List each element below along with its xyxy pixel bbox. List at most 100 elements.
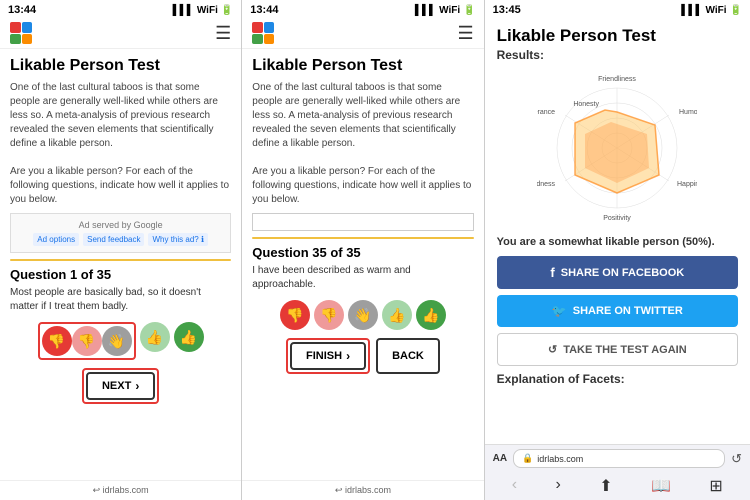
question-text-1: Most people are basically bad, so it doe… xyxy=(10,286,231,314)
footer-url-1: idrlabs.com xyxy=(103,485,149,495)
forward-nav-icon[interactable]: › xyxy=(556,476,561,496)
battery-icon-2: 🔋 xyxy=(463,5,475,16)
rating-row-2: 👎 👎 👋 👍 👍 xyxy=(252,300,473,330)
nav-row-2: FINISH › BACK xyxy=(252,338,473,374)
svg-text:Happiness: Happiness xyxy=(677,181,697,188)
nav-row-1: NEXT › xyxy=(10,368,231,404)
rating-btn-4[interactable]: 👍 xyxy=(140,322,170,352)
footer-icon-2: ↩ xyxy=(335,485,345,495)
time-1: 13:44 xyxy=(8,4,36,16)
battery-icon-3: 🔋 xyxy=(730,5,742,16)
browser-url-box[interactable]: 🔒 idrlabs.com xyxy=(513,449,725,468)
status-bar-1: 13:44 ▌▌▌ WiFi 🔋 xyxy=(0,0,241,18)
status-icons-2: ▌▌▌ WiFi 🔋 xyxy=(415,5,476,16)
reload-icon[interactable]: ↺ xyxy=(731,451,742,467)
status-icons-3: ▌▌▌ WiFi 🔋 xyxy=(681,5,742,16)
question-text-2: I have been described as warm and approa… xyxy=(252,264,473,292)
back-button[interactable]: BACK xyxy=(376,338,440,374)
next-label: NEXT xyxy=(102,380,131,392)
question-label-1: Question 1 of 35 xyxy=(10,267,231,282)
status-bar-3: 13:45 ▌▌▌ WiFi 🔋 xyxy=(485,0,750,18)
time-2: 13:44 xyxy=(250,4,278,16)
share-facebook-label: SHARE ON FACEBOOK xyxy=(561,267,684,279)
finish-highlight: FINISH › xyxy=(286,338,370,374)
result-text: You are a somewhat likable person (50%). xyxy=(497,236,738,248)
explanation-label: Explanation of Facets: xyxy=(497,372,738,386)
radar-container: Friendliness Humor Happiness Positivity … xyxy=(497,68,738,228)
radar-chart: Friendliness Humor Happiness Positivity … xyxy=(537,68,697,228)
next-highlight: NEXT › xyxy=(82,368,159,404)
ad-box: Ad served by Google Ad options Send feed… xyxy=(10,213,231,253)
app-logo-1 xyxy=(10,22,32,44)
rating-btn-1[interactable]: 👎 xyxy=(42,326,72,356)
browser-url: idrlabs.com xyxy=(537,454,583,464)
browser-bar: AA 🔒 idrlabs.com ↺ xyxy=(485,444,750,472)
bookmarks-nav-icon[interactable]: 📖 xyxy=(651,476,671,496)
app-logo-2 xyxy=(252,22,274,44)
svg-text:Positivity: Positivity xyxy=(603,215,631,222)
browser-aa[interactable]: AA xyxy=(493,453,507,464)
screen-content-3: Likable Person Test Results: xyxy=(485,18,750,444)
screen-2: 13:44 ▌▌▌ WiFi 🔋 ☰ Likable Person Test O… xyxy=(242,0,484,500)
results-label: Results: xyxy=(497,48,738,62)
share-nav-icon[interactable]: ⬆ xyxy=(599,476,612,496)
rating-btn-3[interactable]: 👋 xyxy=(102,326,132,356)
finish-arrow-icon: › xyxy=(346,349,350,363)
signal-icon-3: ▌▌▌ xyxy=(681,5,702,16)
answer-input xyxy=(252,213,473,231)
rating-btn-2-1[interactable]: 👎 xyxy=(280,300,310,330)
hamburger-icon-2[interactable]: ☰ xyxy=(457,23,473,44)
wifi-icon-2: WiFi xyxy=(439,5,460,16)
share-facebook-button[interactable]: f SHARE ON FACEBOOK xyxy=(497,256,738,289)
finish-label: FINISH xyxy=(306,350,342,362)
why-ad-btn[interactable]: Why this ad? ℹ xyxy=(148,233,208,246)
finish-button[interactable]: FINISH › xyxy=(290,342,366,370)
hamburger-icon-1[interactable]: ☰ xyxy=(215,23,231,44)
retake-icon: ↺ xyxy=(548,343,557,356)
browser-nav-row: ‹ › ⬆ 📖 ⊞ xyxy=(485,472,750,500)
back-nav-icon[interactable]: ‹ xyxy=(512,476,517,496)
divider-2 xyxy=(252,237,473,239)
tabs-nav-icon[interactable]: ⊞ xyxy=(709,476,722,496)
question-label-2: Question 35 of 35 xyxy=(252,245,473,260)
wifi-icon: WiFi xyxy=(197,5,218,16)
screen-content-2: Likable Person Test One of the last cult… xyxy=(242,49,483,480)
status-bar-2: 13:44 ▌▌▌ WiFi 🔋 xyxy=(242,0,483,18)
battery-icon: 🔋 xyxy=(221,5,233,16)
retake-button[interactable]: ↺ TAKE THE TEST AGAIN xyxy=(497,333,738,366)
rating-btn-2-5[interactable]: 👍 xyxy=(416,300,446,330)
svg-text:Kindness: Kindness xyxy=(537,181,555,188)
signal-icon: ▌▌▌ xyxy=(173,5,194,16)
screen-title-2: Likable Person Test xyxy=(252,57,473,75)
svg-text:Friendliness: Friendliness xyxy=(598,76,636,83)
ad-options-btn[interactable]: Ad options xyxy=(33,233,79,246)
share-twitter-button[interactable]: 🐦 SHARE ON TWITTER xyxy=(497,295,738,327)
ad-text: Ad served by Google xyxy=(17,220,224,230)
send-feedback-btn[interactable]: Send feedback xyxy=(83,233,144,246)
rating-btn-2-4[interactable]: 👍 xyxy=(382,300,412,330)
app-header-2: ☰ xyxy=(242,18,483,49)
ad-buttons: Ad options Send feedback Why this ad? ℹ xyxy=(17,233,224,246)
rating-highlight: 👎 👎 👋 xyxy=(38,322,136,360)
svg-text:Tolerance: Tolerance xyxy=(537,109,555,116)
rating-btn-2-2[interactable]: 👎 xyxy=(314,300,344,330)
footer-icon-1: ↩ xyxy=(93,485,103,495)
rating-btn-5[interactable]: 👍 xyxy=(174,322,204,352)
svg-text:Honesty: Honesty xyxy=(574,101,600,108)
back-label: BACK xyxy=(392,350,424,362)
screen-title-3: Likable Person Test xyxy=(497,26,738,46)
footer-url-2: idrlabs.com xyxy=(345,485,391,495)
twitter-icon: 🐦 xyxy=(552,304,567,318)
screen-footer-1: ↩ idrlabs.com xyxy=(0,480,241,500)
rating-btn-2-3[interactable]: 👋 xyxy=(348,300,378,330)
next-arrow-icon: › xyxy=(135,379,139,393)
divider-1 xyxy=(10,259,231,261)
lock-icon: 🔒 xyxy=(522,453,533,464)
screen-3: 13:45 ▌▌▌ WiFi 🔋 Likable Person Test Res… xyxy=(485,0,750,500)
rating-btn-2[interactable]: 👎 xyxy=(72,326,102,356)
share-twitter-label: SHARE ON TWITTER xyxy=(573,305,683,317)
app-header-1: ☰ xyxy=(0,18,241,49)
screen-1: 13:44 ▌▌▌ WiFi 🔋 ☰ Likable Person Test O… xyxy=(0,0,242,500)
rating-row-1: 👎 👎 👋 👍 👍 xyxy=(10,322,231,360)
next-button[interactable]: NEXT › xyxy=(86,372,155,400)
